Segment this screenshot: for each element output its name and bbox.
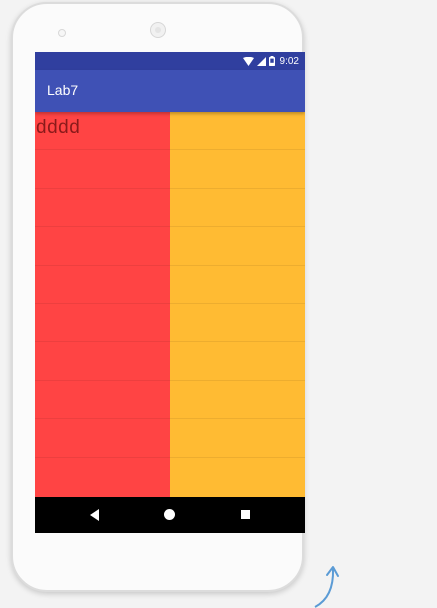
home-icon[interactable]	[162, 507, 178, 523]
list-item[interactable]	[35, 227, 170, 266]
list-item[interactable]	[170, 304, 305, 343]
list-item[interactable]	[35, 150, 170, 189]
list-item[interactable]	[170, 342, 305, 381]
list-item-text: dddd	[36, 117, 81, 138]
list-item[interactable]	[170, 227, 305, 266]
list-item[interactable]	[35, 304, 170, 343]
right-column	[170, 112, 305, 497]
list-item[interactable]	[170, 266, 305, 304]
list-item[interactable]	[170, 112, 305, 151]
rotate-arrow-icon[interactable]	[312, 561, 342, 608]
list-item[interactable]	[35, 381, 170, 420]
device-screen: 9:02 Lab7 dddd	[35, 52, 305, 533]
list-item[interactable]	[170, 189, 305, 228]
list-item[interactable]	[170, 458, 305, 496]
front-camera	[150, 22, 166, 38]
battery-icon	[268, 56, 275, 66]
list-item[interactable]	[170, 419, 305, 458]
status-clock: 9:02	[279, 55, 299, 67]
app-title: Lab7	[47, 82, 79, 98]
app-bar: Lab7	[35, 70, 305, 112]
list-item[interactable]	[170, 381, 305, 420]
list-item[interactable]	[35, 266, 170, 304]
status-icons: 9:02	[242, 52, 299, 70]
cell-signal-icon	[256, 56, 266, 66]
left-column: dddd	[35, 112, 170, 497]
list-item[interactable]	[35, 189, 170, 228]
list-item[interactable]: dddd	[35, 112, 170, 151]
navigation-bar	[35, 497, 305, 533]
wifi-icon	[242, 56, 254, 66]
back-icon[interactable]	[87, 507, 103, 523]
list-item[interactable]	[170, 150, 305, 189]
status-bar: 9:02	[35, 52, 305, 70]
grid-content: dddd	[35, 112, 305, 497]
list-item[interactable]	[35, 342, 170, 381]
list-item[interactable]	[35, 458, 170, 496]
sensor-dot	[58, 29, 66, 37]
device-frame: 9:02 Lab7 dddd	[11, 2, 305, 592]
list-item[interactable]	[35, 419, 170, 458]
recents-icon[interactable]	[238, 507, 254, 523]
